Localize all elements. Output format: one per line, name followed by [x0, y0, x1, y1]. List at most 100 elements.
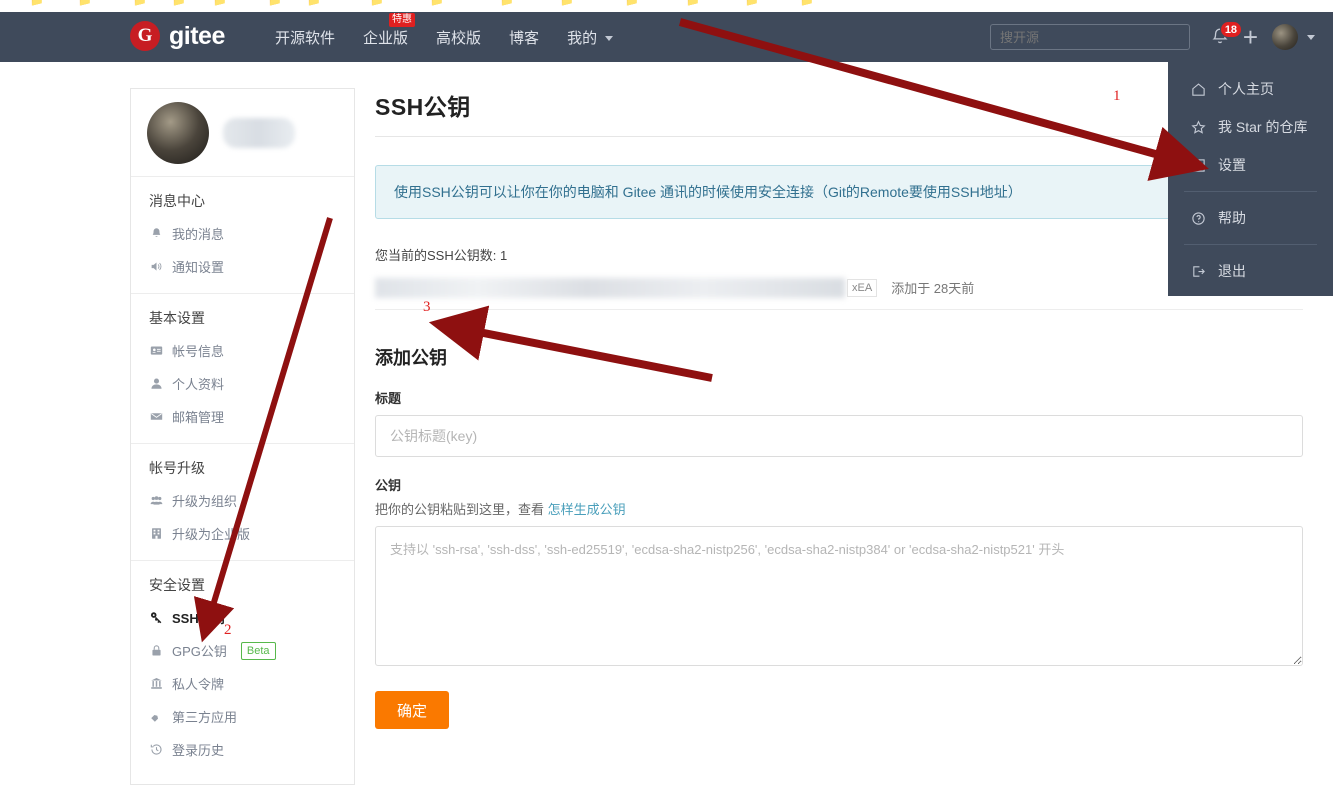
id-card-icon: [149, 343, 164, 358]
ssh-key-fingerprint-tail: xEA: [847, 278, 878, 297]
main-content: SSH公钥 使用SSH公钥可以让你在你的电脑和 Gitee 通讯的时候使用安全连…: [375, 88, 1303, 729]
sidebar-section-upgrade: 帐号升级 升级为组织 升级为企业版: [131, 444, 354, 561]
speaker-icon: [149, 259, 164, 274]
dropdown-item-label: 我 Star 的仓库: [1218, 119, 1308, 135]
dropdown-divider: [1184, 244, 1317, 245]
key-field-label: 公钥: [375, 478, 402, 493]
nav-label: 博客: [509, 29, 540, 47]
sidebar-item-upgrade-enterprise[interactable]: 升级为企业版: [131, 517, 354, 550]
dropdown-item-label: 设置: [1218, 157, 1246, 173]
sidebar-item-label: 第三方应用: [172, 710, 238, 725]
sidebar-item-ssh-keys[interactable]: SSH公钥: [131, 601, 354, 634]
bookmark-item[interactable]: 📁: [268, 0, 282, 7]
token-icon: [149, 676, 164, 691]
sidebar-section-messages: 消息中心 我的消息 通知设置: [131, 177, 354, 294]
bookmark-item[interactable]: 📁: [30, 0, 44, 7]
nav-label: 高校版: [436, 29, 482, 47]
sidebar-item-account-info[interactable]: 帐号信息: [131, 334, 354, 367]
dropdown-item-help[interactable]: 帮助: [1168, 199, 1333, 237]
sidebar-section-title: 安全设置: [149, 577, 205, 593]
chevron-down-icon: [605, 36, 614, 42]
key-icon: [149, 610, 164, 625]
main-nav: 开源软件 企业版 特惠 高校版 博客 我的: [275, 12, 614, 62]
nav-item-mine[interactable]: 我的: [567, 27, 614, 48]
notifications-button[interactable]: 18: [1211, 21, 1243, 47]
home-icon: [1190, 81, 1206, 97]
gitee-logo[interactable]: G gitee: [130, 21, 225, 51]
sidebar-section-basic: 基本设置 帐号信息 个人资料 邮箱管理: [131, 294, 354, 444]
gitee-logo-icon: G: [130, 21, 160, 51]
add-key-section-title: 添加公钥: [375, 348, 447, 368]
key-title-input[interactable]: [375, 415, 1303, 457]
nav-item-blog[interactable]: 博客: [509, 27, 539, 48]
dropdown-item-settings[interactable]: 设置: [1168, 146, 1333, 184]
nav-label: 我的: [567, 29, 598, 47]
ssh-key-fingerprint-redacted: [375, 277, 845, 298]
browser-bookmarks-bar[interactable]: 📁 📁 📁 📁 📁 📁 📁 📁 📁 📁 📁 📁 📁 📁 📁: [0, 0, 1333, 12]
sidebar-item-notification-settings[interactable]: 通知设置: [131, 250, 354, 283]
dropdown-item-homepage[interactable]: 个人主页: [1168, 70, 1333, 108]
dropdown-item-logout[interactable]: 退出: [1168, 252, 1333, 290]
settings-sidebar: 消息中心 我的消息 通知设置 基本设置 帐号信息 个人资料 邮箱管理 帐号升级 …: [130, 88, 355, 785]
nav-item-enterprise[interactable]: 企业版 特惠: [363, 12, 416, 48]
sidebar-item-third-party-apps[interactable]: 第三方应用: [131, 700, 354, 733]
sidebar-item-private-tokens[interactable]: 私人令牌: [131, 667, 354, 700]
status-badge: Beta: [240, 641, 276, 660]
bookmark-item[interactable]: 📁: [745, 0, 759, 7]
dropdown-item-label: 帮助: [1218, 210, 1246, 226]
sidebar-item-upgrade-org[interactable]: 升级为组织: [131, 484, 354, 517]
ssh-key-added-date: 添加于 28天前: [891, 281, 975, 296]
bookmark-item[interactable]: 📁: [800, 0, 814, 7]
profile-card[interactable]: [131, 89, 354, 177]
sidebar-item-login-history[interactable]: 登录历史: [131, 733, 354, 766]
building-icon: [149, 526, 164, 541]
bookmark-item[interactable]: 📁: [625, 0, 639, 7]
avatar: [1272, 24, 1298, 50]
bookmark-item[interactable]: 📁: [500, 0, 514, 7]
avatar: [147, 101, 209, 164]
title-field-label: 标题: [375, 391, 402, 406]
sidebar-section-title: 帐号升级: [149, 460, 205, 476]
username-redacted: [223, 117, 295, 148]
search-input[interactable]: [990, 24, 1190, 50]
sidebar-item-email[interactable]: 邮箱管理: [131, 400, 354, 433]
sidebar-section-title: 基本设置: [149, 310, 205, 326]
sidebar-section-security: 安全设置 SSH公钥 GPG公钥 Beta 私人令牌 第三方应用 登录历史: [131, 561, 354, 784]
lock-icon: [149, 643, 164, 658]
group-icon: [149, 493, 164, 508]
sidebar-item-label: 通知设置: [172, 260, 225, 275]
bookmark-item[interactable]: 📁: [430, 0, 444, 7]
nav-item-campus[interactable]: 高校版: [436, 27, 481, 48]
create-new-button[interactable]: +: [1243, 24, 1258, 50]
user-menu-button[interactable]: [1272, 24, 1315, 50]
sidebar-item-my-messages[interactable]: 我的消息: [131, 217, 354, 250]
public-key-textarea[interactable]: [375, 526, 1303, 666]
bookmark-item[interactable]: 📁: [370, 0, 384, 7]
page-title: SSH公钥: [375, 88, 1303, 137]
submit-button[interactable]: 确定: [375, 691, 450, 729]
sidebar-item-label: 个人资料: [172, 377, 225, 392]
bookmark-item[interactable]: 📁: [307, 0, 321, 7]
bookmark-item[interactable]: 📁: [172, 0, 186, 7]
how-to-generate-key-link[interactable]: 怎样生成公钥: [548, 502, 626, 517]
nav-item-opensource[interactable]: 开源软件: [275, 27, 335, 48]
nav-label: 企业版: [363, 29, 409, 47]
sidebar-item-label: GPG公钥: [172, 644, 227, 659]
info-banner: 使用SSH公钥可以让你在你的电脑和 Gitee 通讯的时候使用安全连接（Git的…: [375, 165, 1303, 219]
dropdown-item-starred[interactable]: 我 Star 的仓库: [1168, 108, 1333, 146]
plug-icon: [149, 709, 164, 724]
ssh-key-row[interactable]: xEA 添加于 28天前: [375, 276, 1303, 310]
bookmark-item[interactable]: 📁: [133, 0, 147, 7]
sidebar-item-label: SSH公钥: [172, 611, 225, 626]
sidebar-item-profile[interactable]: 个人资料: [131, 367, 354, 400]
sidebar-item-label: 私人令牌: [172, 677, 225, 692]
sidebar-item-gpg-keys[interactable]: GPG公钥 Beta: [131, 634, 354, 667]
bookmark-item[interactable]: 📁: [686, 0, 700, 7]
mail-icon: [149, 409, 164, 424]
star-icon: [1190, 119, 1206, 135]
bookmark-item[interactable]: 📁: [78, 0, 92, 7]
nav-label: 开源软件: [275, 29, 336, 47]
bookmark-item[interactable]: 📁: [213, 0, 227, 7]
bookmark-item[interactable]: 📁: [560, 0, 574, 7]
chevron-down-icon: [1307, 34, 1315, 40]
